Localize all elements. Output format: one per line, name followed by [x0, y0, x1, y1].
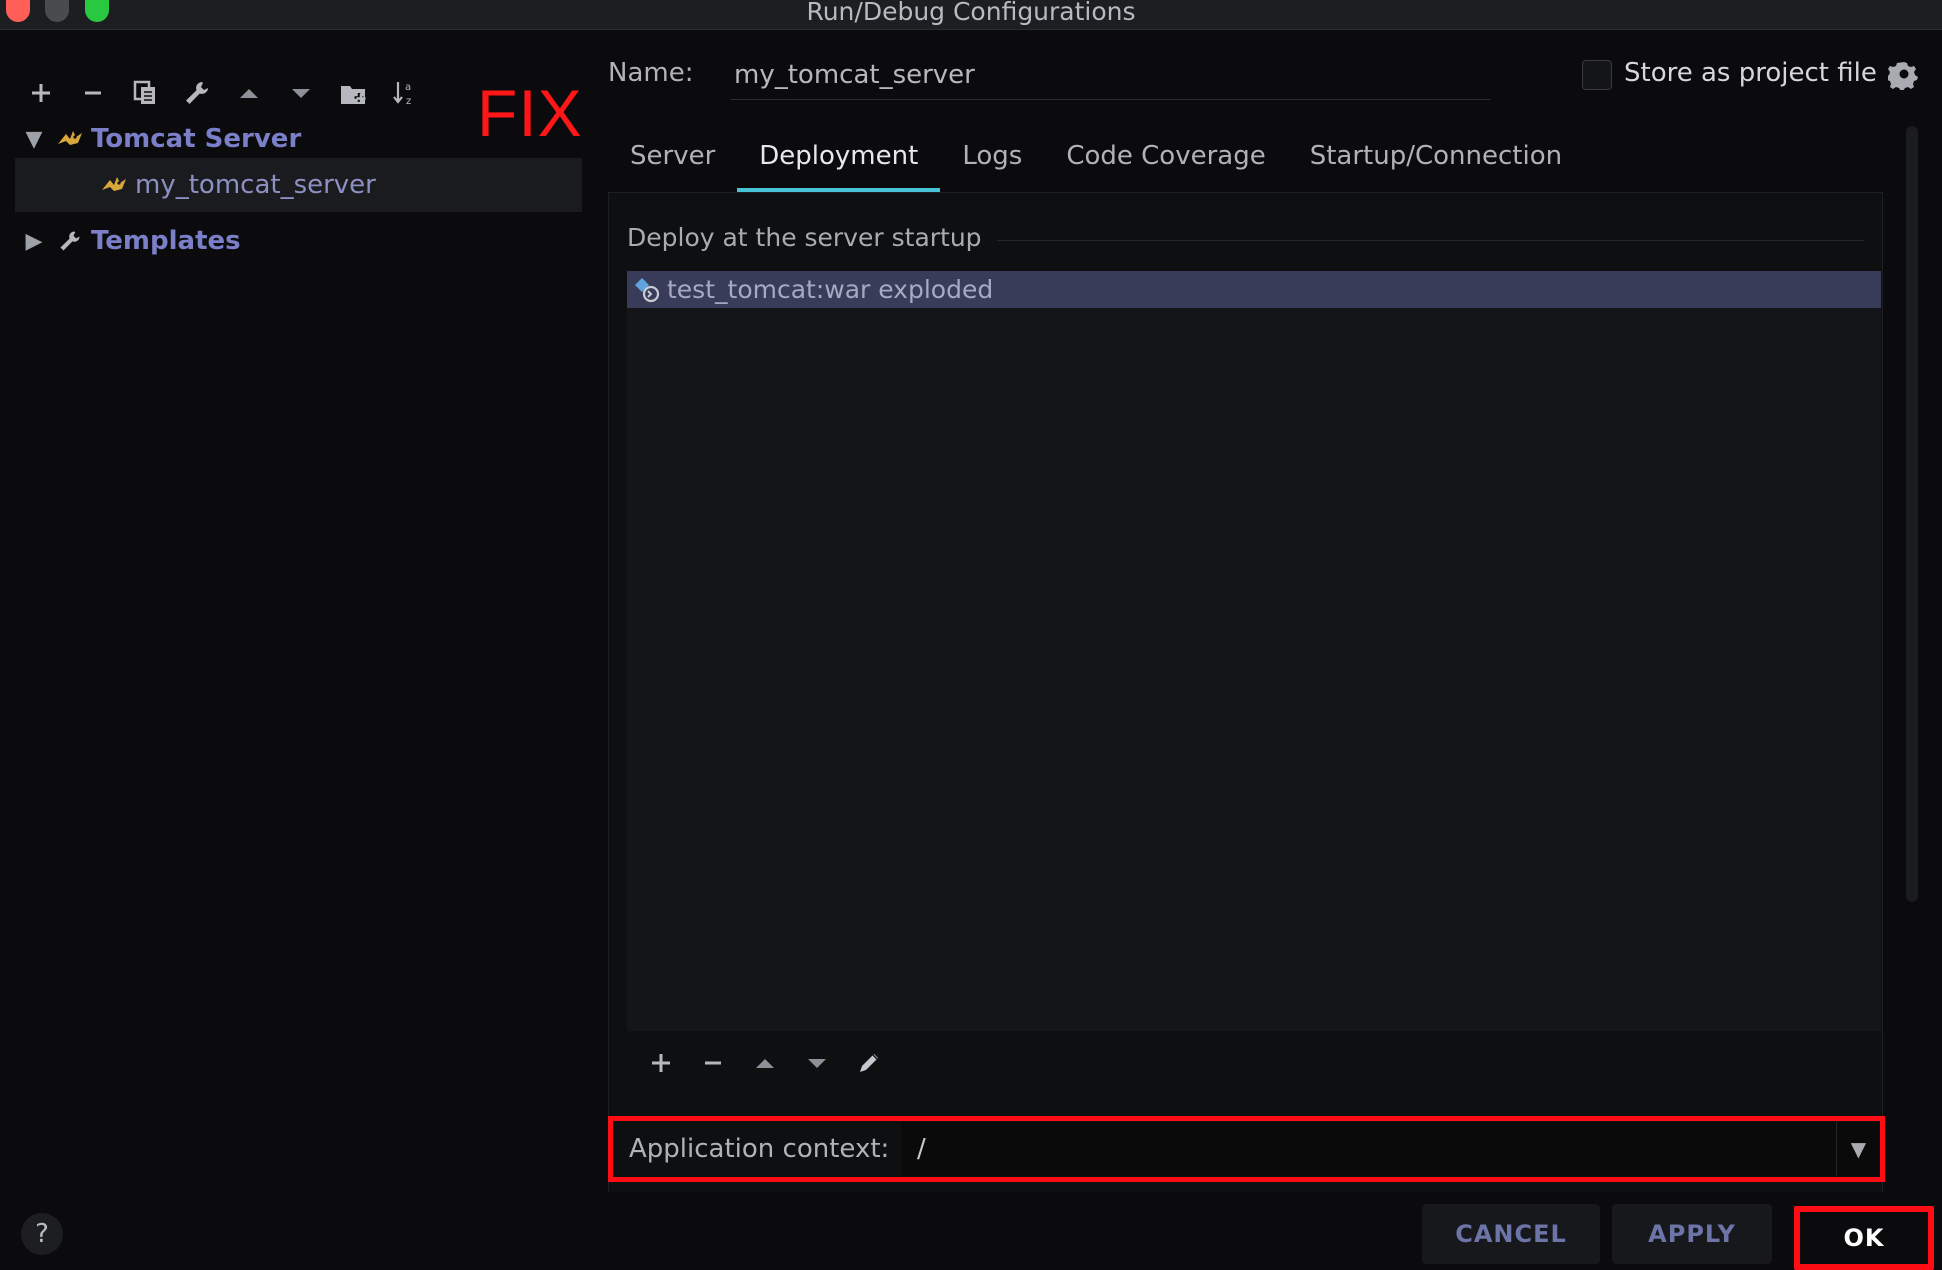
config-tabs: Server Deployment Logs Code Coverage Sta… — [608, 130, 1584, 192]
templates-label: Templates — [91, 226, 241, 256]
section-divider — [997, 240, 1864, 241]
name-input[interactable] — [730, 50, 1490, 99]
edit-icon[interactable] — [843, 1037, 895, 1089]
tab-server[interactable]: Server — [608, 130, 737, 192]
tomcat-icon — [53, 124, 87, 154]
name-field[interactable] — [730, 50, 1490, 100]
sort-az-icon[interactable]: az — [379, 70, 431, 116]
deployment-list[interactable]: test_tomcat:war exploded — [627, 271, 1881, 1031]
cancel-button[interactable]: CANCEL — [1422, 1204, 1600, 1264]
vertical-scrollbar[interactable] — [1906, 126, 1918, 902]
svg-text:a: a — [405, 82, 411, 93]
tab-deployment[interactable]: Deployment — [737, 130, 941, 192]
move-up-icon[interactable] — [223, 70, 275, 116]
tree-group-templates[interactable]: ▶ Templates — [15, 214, 582, 268]
wrench-icon[interactable] — [171, 70, 223, 116]
help-button[interactable]: ? — [21, 1213, 63, 1255]
move-up-icon[interactable] — [739, 1037, 791, 1089]
gear-icon[interactable] — [1886, 58, 1920, 91]
application-context-label: Application context: — [629, 1134, 890, 1164]
remove-icon[interactable] — [687, 1037, 739, 1089]
deployment-list-toolbar — [627, 1033, 1881, 1093]
move-down-icon[interactable] — [275, 70, 327, 116]
window-title: Run/Debug Configurations — [806, 0, 1136, 26]
store-as-project-file-checkbox[interactable] — [1582, 60, 1612, 90]
application-context-input[interactable] — [901, 1134, 1836, 1164]
copy-icon[interactable] — [119, 70, 171, 116]
tree-item-my-tomcat-server[interactable]: my_tomcat_server — [15, 158, 582, 212]
application-context-field[interactable] — [901, 1122, 1836, 1176]
tab-code-coverage[interactable]: Code Coverage — [1044, 130, 1287, 192]
tree-group-label: Tomcat Server — [91, 124, 302, 154]
store-as-project-file-label[interactable]: Store as project file — [1624, 58, 1877, 88]
add-icon[interactable] — [15, 70, 67, 116]
run-debug-dialog: Run/Debug Configurations a z FIX ▼ Tomca… — [0, 0, 1942, 1270]
tomcat-icon — [97, 170, 131, 200]
remove-icon[interactable] — [67, 70, 119, 116]
ok-button[interactable]: OK — [1794, 1206, 1934, 1270]
wrench-icon — [53, 226, 87, 256]
artifact-icon — [627, 273, 667, 307]
artifact-label: test_tomcat:war exploded — [667, 275, 994, 304]
tab-logs[interactable]: Logs — [940, 130, 1044, 192]
list-item[interactable]: test_tomcat:war exploded — [627, 271, 1881, 308]
deployment-panel: Deploy at the server startup test_tomcat… — [608, 192, 1883, 1192]
name-label: Name: — [608, 58, 694, 88]
chevron-down-icon[interactable]: ▼ — [15, 127, 53, 152]
application-context-row: Application context: ▼ — [608, 1116, 1885, 1182]
new-folder-icon[interactable] — [327, 70, 379, 116]
title-bar: Run/Debug Configurations — [0, 0, 1942, 30]
svg-text:z: z — [406, 96, 411, 107]
chevron-right-icon[interactable]: ▶ — [15, 229, 53, 254]
add-icon[interactable] — [635, 1037, 687, 1089]
tab-startup-connection[interactable]: Startup/Connection — [1288, 130, 1584, 192]
configurations-sidebar: az FIX ▼ Tomcat Server my_tomcat_server … — [15, 30, 582, 1185]
sidebar-toolbar: az — [15, 70, 431, 116]
apply-button[interactable]: APPLY — [1612, 1204, 1772, 1264]
chevron-down-icon[interactable]: ▼ — [1836, 1122, 1880, 1176]
deploy-section-title: Deploy at the server startup — [627, 223, 982, 252]
move-down-icon[interactable] — [791, 1037, 843, 1089]
tree-item-label: my_tomcat_server — [135, 170, 376, 200]
store-label-text: Store as project file — [1624, 58, 1877, 88]
